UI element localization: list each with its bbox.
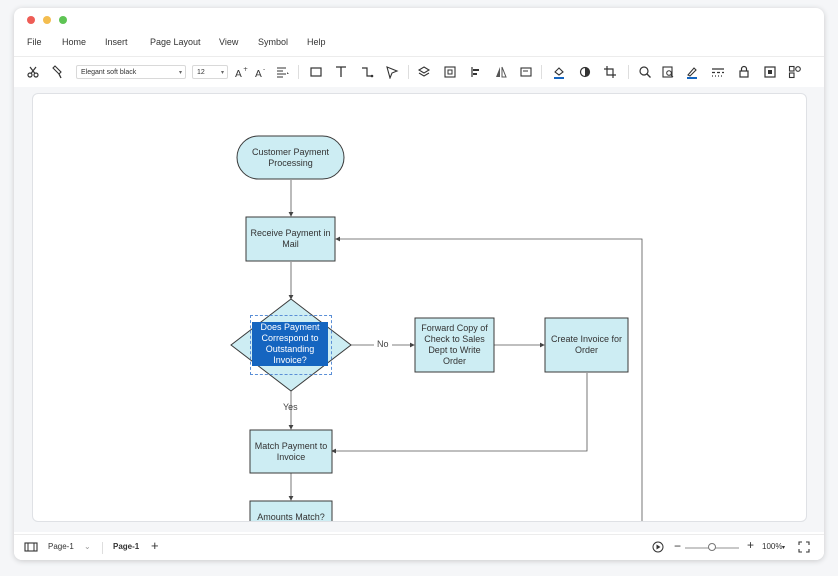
minimize-window-button[interactable] (43, 16, 51, 24)
receive-label: Receive Payment in Mail (250, 228, 331, 249)
menu-view[interactable]: View (219, 37, 238, 47)
font-family-value: Elegant soft black (81, 69, 137, 76)
find-replace-icon[interactable] (658, 62, 678, 82)
lock-icon[interactable] (734, 62, 754, 82)
chevron-down-icon[interactable]: ▾ (782, 544, 785, 551)
app-window: File Home Insert Page Layout View Symbol… (14, 8, 824, 560)
align-left-icon[interactable] (466, 62, 486, 82)
toolbar-separator (408, 65, 409, 79)
format-painter-icon[interactable] (47, 62, 67, 82)
play-icon[interactable] (648, 537, 668, 557)
zoom-level[interactable]: 100% (762, 542, 782, 551)
menu-insert[interactable]: Insert (105, 37, 128, 47)
edge-label-yes: Yes (283, 402, 298, 412)
page-tab[interactable]: Page-1 (113, 542, 139, 551)
forward-label: Forward Copy of Check to Sales Dept to W… (421, 323, 488, 366)
drawing-canvas[interactable]: Customer Payment Processing Receive Paym… (32, 93, 807, 522)
text-tool-icon[interactable] (331, 62, 351, 82)
maximize-window-button[interactable] (59, 16, 67, 24)
zoom-out-icon[interactable]: − (674, 539, 681, 553)
cut-icon[interactable] (23, 62, 43, 82)
menu-bar: File Home Insert Page Layout View Symbol… (14, 34, 824, 56)
pointer-icon[interactable] (382, 62, 402, 82)
search-icon[interactable] (635, 62, 655, 82)
zoom-in-icon[interactable]: + (747, 538, 754, 552)
workspace: Customer Payment Processing Receive Paym… (14, 87, 824, 532)
layers-icon[interactable] (414, 62, 434, 82)
crop-icon[interactable] (600, 62, 620, 82)
add-page-icon[interactable]: + (151, 538, 159, 553)
chevron-down-icon: ▾ (220, 70, 224, 76)
menu-file[interactable]: File (27, 37, 42, 47)
toolbar-separator (541, 65, 542, 79)
status-bar: Page-1 ⌄ Page-1 + − + 100% ▾ (14, 534, 824, 560)
amounts-label: Amounts Match? (257, 511, 325, 522)
title-bar (14, 8, 824, 34)
fullscreen-icon[interactable] (794, 537, 814, 557)
toolbar-separator (298, 65, 299, 79)
zoom-slider-handle[interactable] (708, 543, 716, 551)
font-size-value: 12 (197, 69, 205, 76)
decrease-font-icon[interactable]: A- (251, 62, 271, 82)
decision-label[interactable]: Does Payment Correspond to Outstanding I… (252, 320, 328, 368)
fill-color-icon[interactable] (549, 62, 569, 82)
increase-font-icon[interactable]: A + (231, 62, 251, 82)
create-invoice-label: Create Invoice for Order (550, 334, 623, 355)
menu-symbol[interactable]: Symbol (258, 37, 288, 47)
flowchart (230, 135, 643, 521)
line-style-icon[interactable] (575, 62, 595, 82)
menu-home[interactable]: Home (62, 37, 86, 47)
svg-text:+: + (243, 66, 248, 73)
svg-text:A: A (235, 69, 242, 79)
page-dropdown[interactable]: Page-1 (48, 542, 74, 551)
chevron-down-icon: ▾ (178, 70, 182, 76)
pen-color-icon[interactable] (682, 62, 702, 82)
start-label: Customer Payment Processing (251, 146, 330, 168)
match-label: Match Payment to Invoice (254, 440, 328, 462)
edge-create-invoice-to-match[interactable] (331, 373, 588, 454)
rectangle-shape-icon[interactable] (306, 62, 326, 82)
toolbar-separator (628, 65, 629, 79)
menu-help[interactable]: Help (307, 37, 326, 47)
align-text-icon[interactable] (273, 62, 293, 82)
toolbar: Elegant soft black ▾ 12 ▾ A + A- (14, 56, 824, 88)
dash-style-icon[interactable] (708, 62, 728, 82)
edge-label-no: No (377, 339, 389, 349)
close-window-button[interactable] (27, 16, 35, 24)
font-family-select[interactable]: Elegant soft black ▾ (76, 65, 186, 79)
svg-text:-: - (263, 66, 265, 73)
group-icon[interactable] (440, 62, 460, 82)
more-tools-icon[interactable] (785, 62, 805, 82)
connector-icon[interactable] (357, 62, 377, 82)
menu-page-layout[interactable]: Page Layout (150, 37, 201, 47)
decision-label-text: Does Payment Correspond to Outstanding I… (252, 322, 328, 366)
edge-loop-back-to-receive[interactable] (335, 236, 643, 521)
fit-page-icon[interactable] (760, 62, 780, 82)
chevron-down-icon[interactable]: ⌄ (84, 542, 91, 551)
page-panel-icon[interactable] (21, 537, 41, 557)
font-size-select[interactable]: 12 ▾ (192, 65, 228, 79)
frame-icon[interactable] (516, 62, 536, 82)
svg-text:A: A (255, 69, 262, 79)
status-separator (102, 542, 103, 554)
flip-icon[interactable] (491, 62, 511, 82)
